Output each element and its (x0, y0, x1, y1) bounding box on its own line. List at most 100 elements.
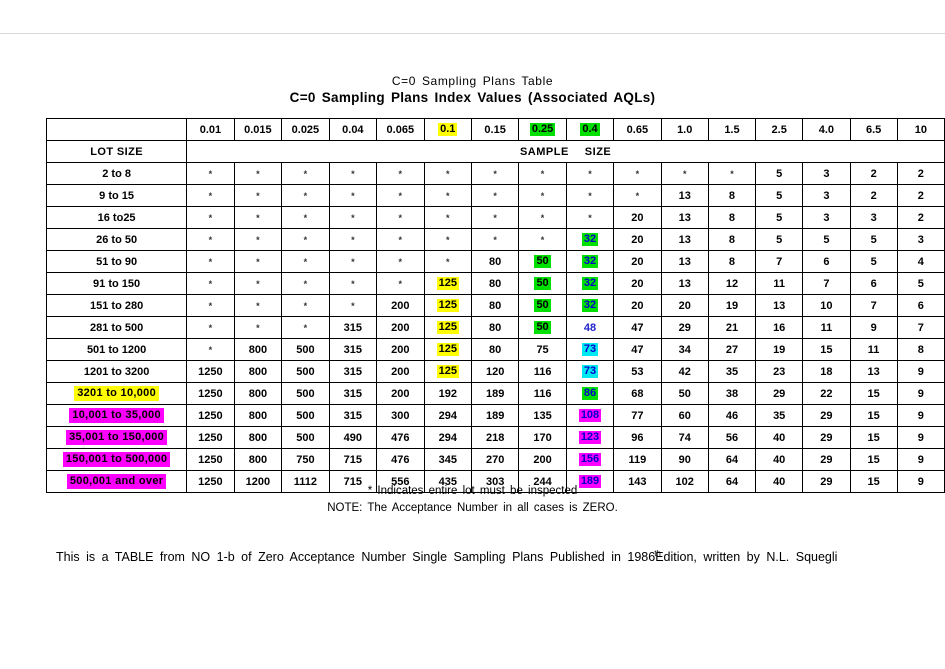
sample-size-cell: 715 (328, 448, 378, 471)
sample-size-cell: 96 (613, 426, 662, 449)
sample-size-cell: 800 (233, 360, 283, 383)
lot-size-cell: 91 to 150 (45, 272, 188, 295)
sample-size-cell: 64 (707, 448, 757, 471)
sample-size-cell: 5 (755, 162, 804, 185)
sample-size-cell: * (233, 250, 283, 273)
table-row: 9 to 15 * * * * * * * * * * 13 8 5 3 2 2 (45, 184, 945, 207)
table-row: 281 to 500 * * * 315 200 125 80 50 48 47 29 21 16 11 9 7 (45, 316, 945, 339)
lot-size-cell: 3201 to 10,000 (45, 382, 188, 405)
sample-size-cell: 29 (802, 426, 851, 449)
sample-size-cell: 345 (423, 448, 472, 471)
sample-size-cell: 42 (660, 360, 709, 383)
sample-size-cell: 50 (518, 294, 567, 317)
sample-size-cell: 73 (565, 338, 615, 361)
sample-size-cell: * (233, 162, 283, 185)
sample-size-cell: 20 (613, 250, 662, 273)
sample-size-cell: * (328, 206, 378, 229)
sample-size-cell: 47 (613, 338, 662, 361)
sample-size-cell: 29 (802, 404, 851, 427)
sample-size-cell: * (233, 206, 283, 229)
sample-size-cell: * (186, 316, 235, 339)
sample-size-cell: 9 (896, 360, 945, 383)
sample-size-cell: 1250 (186, 382, 235, 405)
sample-size-cell: * (186, 294, 235, 317)
sample-size-cell: 200 (518, 448, 567, 471)
sample-size-cell: 38 (707, 382, 757, 405)
source-attribution-part1: This is a TABLE from NO 1-b of Zero Acce… (56, 550, 656, 565)
sample-size-cell: 50 (518, 272, 567, 295)
sample-size-cell: 116 (518, 360, 567, 383)
table-row: 3201 to 10,000 1250 800 500 315 200 192 189 116 8… (45, 382, 945, 405)
sample-size-cell: 116 (518, 382, 567, 405)
sample-size-cell: 8 (707, 184, 757, 207)
sample-size-cell: 86 (565, 382, 615, 405)
sample-size-cell: 125 (423, 360, 472, 383)
sample-size-cell: 1250 (186, 360, 235, 383)
sample-size-cell: 5 (849, 250, 898, 273)
sample-size-cell: 200 (376, 316, 425, 339)
sample-size-cell: * (186, 162, 235, 185)
sample-size-cell: 29 (755, 382, 804, 405)
sample-size-cell: 8 (707, 228, 757, 251)
sample-size-cell: * (186, 272, 235, 295)
column-header-0.01: 0.01 (186, 118, 235, 141)
sample-size-cell: 500 (281, 404, 330, 427)
sample-size-cell: 476 (376, 426, 425, 449)
sample-size-cell: 40 (755, 426, 804, 449)
sample-size-cell: 294 (423, 426, 472, 449)
sample-size-cell: 68 (613, 382, 662, 405)
sample-size-banner-row: LOT SIZE SAMPLE SIZE (45, 140, 945, 163)
sample-size-cell: 21 (707, 316, 757, 339)
sample-size-cell: 9 (896, 426, 945, 449)
sample-size-cell: 2 (849, 184, 898, 207)
sample-size-cell: 9 (849, 316, 898, 339)
sample-size-cell: * (281, 184, 330, 207)
sample-size-cell: 15 (802, 338, 851, 361)
sample-size-cell: 47 (613, 316, 662, 339)
sample-size-cell: * (376, 228, 425, 251)
sample-size-cell: 7 (802, 272, 851, 295)
sample-size-cell: 1250 (186, 448, 235, 471)
table-row: 1201 to 3200 1250 800 500 315 200 125 120 116 73 5… (45, 360, 945, 383)
column-header-4.0: 4.0 (802, 118, 851, 141)
sample-size-cell: 315 (328, 382, 378, 405)
source-attribution: This is a TABLE from NO 1-b of Zero Acce… (56, 544, 918, 567)
sample-size-cell: 13 (660, 272, 709, 295)
column-header-0.025: 0.025 (281, 118, 330, 141)
column-header-1.5: 1.5 (707, 118, 757, 141)
sample-size-cell: 35 (755, 404, 804, 427)
sample-size-cell: * (328, 250, 378, 273)
sample-size-cell: 3 (849, 206, 898, 229)
sample-size-cell: 315 (328, 316, 378, 339)
sample-size-cell: 15 (849, 426, 898, 449)
sample-size-cell: 7 (896, 316, 945, 339)
sample-size-cell: 3 (802, 206, 851, 229)
sample-size-cell: * (423, 250, 472, 273)
sample-size-cell: 189 (470, 382, 520, 405)
sample-size-cell: 8 (896, 338, 945, 361)
sample-size-cell: 192 (423, 382, 472, 405)
document-subtitle: C=0 Sampling Plans Table (391, 74, 554, 88)
sample-size-cell: 125 (423, 316, 472, 339)
sample-size-cell: 2 (896, 184, 945, 207)
sample-size-banner: SAMPLE SIZE (186, 140, 945, 163)
sample-size-cell: 5 (755, 228, 804, 251)
sample-size-cell: * (470, 184, 520, 207)
lot-size-cell: 151 to 280 (45, 294, 188, 317)
sample-size-cell: 5 (896, 272, 945, 295)
sample-size-cell: 23 (755, 360, 804, 383)
table-row: 151 to 280 * * * * 200 125 80 50 32 20 20 19 13 10 7 6 (45, 294, 945, 317)
sample-size-cell: 12 (707, 272, 757, 295)
sample-size-cell: 1250 (186, 426, 235, 449)
sample-size-cell: 315 (328, 404, 378, 427)
sample-size-cell: 800 (233, 426, 283, 449)
sample-size-cell: 50 (518, 316, 567, 339)
sample-size-cell: 80 (470, 250, 520, 273)
note-acceptance-number: NOTE: The Acceptance Number in all cases… (327, 502, 618, 514)
sample-size-cell: * (376, 272, 425, 295)
sample-size-cell: 40 (755, 448, 804, 471)
column-header-10: 10 (896, 118, 945, 141)
sample-size-cell: 5 (755, 184, 804, 207)
sample-size-cell: * (423, 162, 472, 185)
sample-size-cell: 9 (896, 404, 945, 427)
